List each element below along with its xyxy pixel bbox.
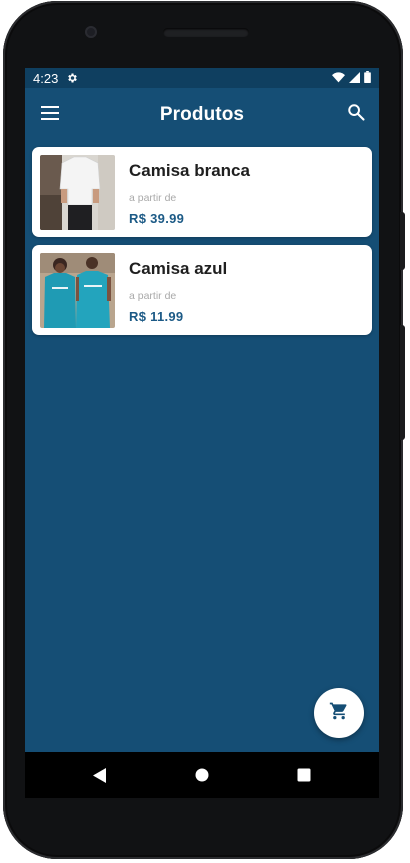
front-camera xyxy=(85,26,97,38)
product-list: Camisa branca a partir de R$ 39.99 Camis… xyxy=(32,147,372,343)
recents-icon[interactable] xyxy=(295,767,313,783)
price-from-label: a partir de xyxy=(129,192,177,204)
earpiece-speaker xyxy=(163,28,249,37)
product-name: Camisa azul xyxy=(129,259,228,278)
menu-icon xyxy=(41,105,59,125)
product-price: R$ 39.99 xyxy=(129,211,185,226)
blue-shirt-photo xyxy=(40,253,115,328)
cell-signal-icon xyxy=(349,71,360,86)
product-name: Camisa branca xyxy=(129,161,250,180)
battery-icon xyxy=(364,70,371,86)
product-price: R$ 11.99 xyxy=(129,309,184,324)
back-icon[interactable] xyxy=(91,767,109,783)
cart-button[interactable] xyxy=(314,688,364,738)
page-title: Produtos xyxy=(159,103,245,125)
status-time: 4:23 xyxy=(33,70,59,86)
volume-button xyxy=(400,325,405,440)
price-from-label: a partir de xyxy=(129,290,177,302)
system-nav-bar xyxy=(25,752,379,798)
settings-gear-icon xyxy=(66,72,78,84)
home-icon[interactable] xyxy=(193,767,211,783)
shopping-cart-icon xyxy=(329,701,349,726)
product-card[interactable]: Camisa azul a partir de R$ 11.99 xyxy=(32,245,372,335)
product-card[interactable]: Camisa branca a partir de R$ 39.99 xyxy=(32,147,372,237)
menu-button[interactable] xyxy=(37,102,63,128)
status-icons xyxy=(332,70,371,86)
app-screen: 4:23 Produtos Camisa branca a partir de … xyxy=(25,68,379,752)
product-info: Camisa branca a partir de R$ 39.99 xyxy=(129,161,250,226)
power-button xyxy=(400,212,405,270)
search-icon xyxy=(347,103,365,126)
white-shirt-photo xyxy=(40,155,115,230)
status-bar: 4:23 xyxy=(25,68,379,88)
app-bar: Produtos xyxy=(25,88,379,141)
wifi-icon xyxy=(332,71,345,86)
product-info: Camisa azul a partir de R$ 11.99 xyxy=(129,259,227,324)
search-button[interactable] xyxy=(343,101,369,127)
